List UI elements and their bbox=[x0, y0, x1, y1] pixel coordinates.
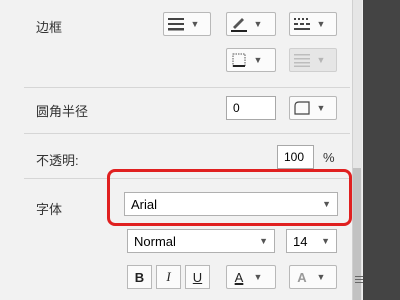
opacity-input[interactable]: 100 bbox=[277, 145, 314, 169]
chevron-down-icon: ▼ bbox=[253, 272, 263, 282]
line-style-icon bbox=[164, 13, 188, 35]
line-style-dropdown[interactable]: ▼ bbox=[163, 12, 211, 36]
align-dropdown[interactable]: ▼ bbox=[289, 48, 337, 72]
menu-lines-icon[interactable] bbox=[355, 275, 363, 288]
border-label: 边框 bbox=[36, 20, 63, 35]
text-effect-dropdown[interactable]: A ▼ bbox=[289, 265, 337, 289]
chevron-down-icon: ▼ bbox=[316, 272, 326, 282]
chevron-down-icon: ▼ bbox=[316, 55, 326, 65]
border-box-icon bbox=[227, 49, 251, 71]
chevron-down-icon: ▼ bbox=[259, 236, 268, 246]
corner-radius-label: 圆角半径 bbox=[36, 104, 89, 119]
dash-style-dropdown[interactable]: ▼ bbox=[289, 12, 337, 36]
highlight-annotation bbox=[107, 169, 352, 226]
border-color-dropdown[interactable]: ▼ bbox=[226, 12, 276, 36]
corner-shape-dropdown[interactable]: ▼ bbox=[289, 96, 337, 120]
bold-button[interactable]: B bbox=[127, 265, 152, 289]
divider bbox=[24, 87, 350, 88]
font-size-value: 14 bbox=[293, 233, 308, 249]
italic-button[interactable]: I bbox=[156, 265, 181, 289]
divider bbox=[24, 133, 350, 134]
chevron-down-icon: ▼ bbox=[316, 103, 326, 113]
border-box-dropdown[interactable]: ▼ bbox=[226, 48, 276, 72]
font-color-dropdown[interactable]: A ▼ bbox=[226, 265, 276, 289]
dash-style-icon bbox=[290, 13, 314, 35]
opacity-label: 不透明: bbox=[36, 153, 79, 168]
canvas-edge bbox=[363, 0, 400, 300]
font-color-icon: A bbox=[234, 269, 244, 285]
chevron-down-icon: ▼ bbox=[316, 19, 326, 29]
font-style-value: Normal bbox=[134, 233, 176, 249]
underline-button[interactable]: U bbox=[185, 265, 210, 289]
chevron-down-icon: ▼ bbox=[253, 19, 263, 29]
corner-radius-input[interactable]: 0 bbox=[226, 96, 276, 120]
font-style-select[interactable]: Normal ▼ bbox=[127, 229, 275, 253]
rounded-corner-icon bbox=[290, 97, 314, 119]
chevron-down-icon: ▼ bbox=[321, 236, 330, 246]
font-label: 字体 bbox=[36, 202, 63, 217]
pen-color-icon bbox=[227, 13, 251, 35]
font-size-select[interactable]: 14 ▼ bbox=[286, 229, 337, 253]
chevron-down-icon: ▼ bbox=[253, 55, 263, 65]
align-lines-icon bbox=[290, 49, 314, 71]
opacity-unit: % bbox=[323, 150, 335, 165]
chevron-down-icon: ▼ bbox=[190, 19, 200, 29]
text-effect-icon: A bbox=[297, 269, 307, 285]
